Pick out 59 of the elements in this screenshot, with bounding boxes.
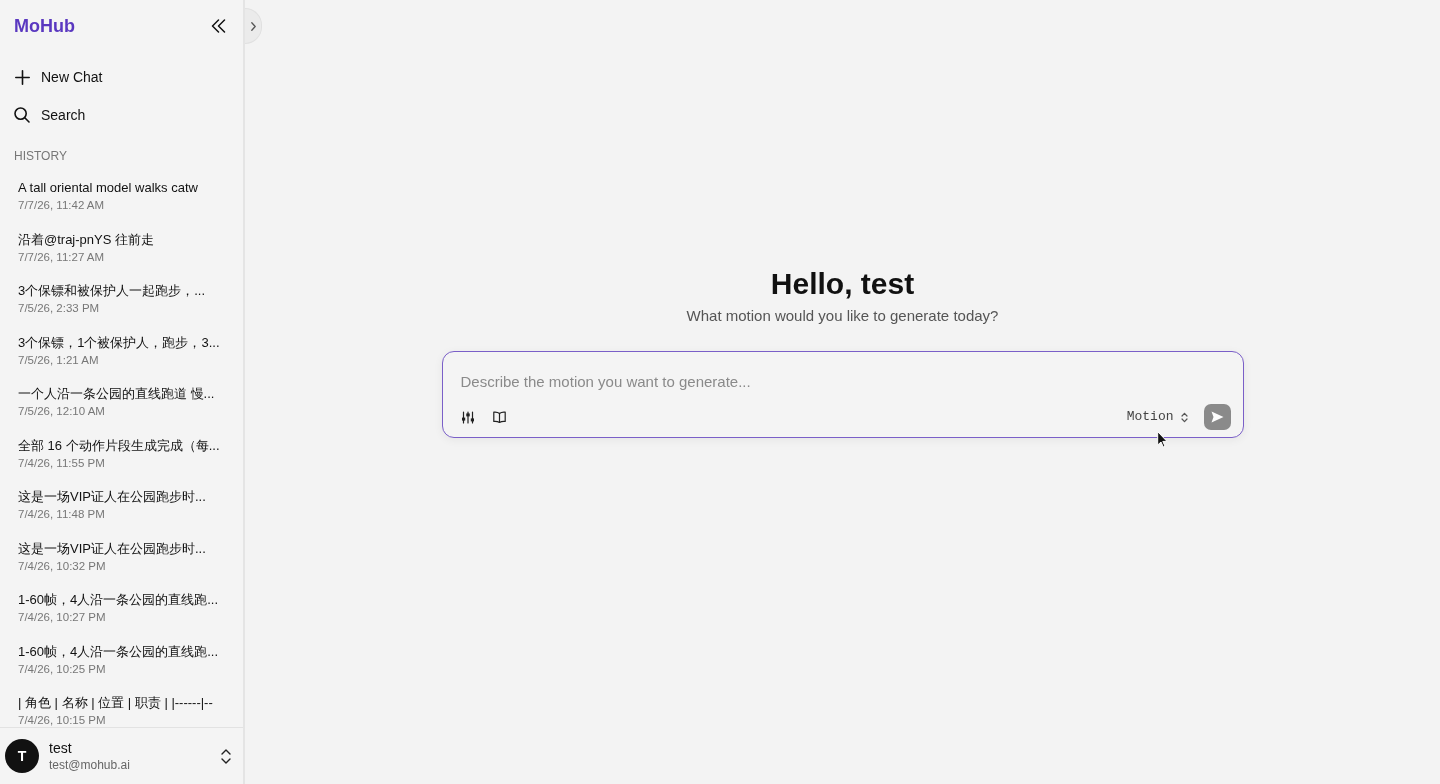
- chevron-right-icon: [250, 21, 256, 31]
- history-title: A tall oriental model walks catw: [18, 179, 198, 197]
- mouse-cursor-icon: [1157, 431, 1168, 448]
- user-panel[interactable]: T test test@mohub.ai: [0, 727, 243, 784]
- history-title: 这是一场VIP证人在公园跑步时...: [18, 539, 206, 558]
- greeting-heading: Hello, test: [770, 266, 915, 302]
- mode-selector[interactable]: Motion: [1126, 407, 1188, 427]
- sliders-icon: [462, 410, 474, 424]
- search-icon: [14, 107, 30, 123]
- history-time: 7/5/26, 12:10 AM: [18, 404, 105, 419]
- chevron-up-down-icon[interactable]: [221, 748, 231, 764]
- history-title: 一个人沿一条公园的直线跑道 慢...: [18, 385, 215, 403]
- history-time: 7/5/26, 2:33 PM: [18, 301, 100, 316]
- send-icon: [1210, 411, 1224, 423]
- history-heading: HISTORY: [14, 148, 67, 164]
- user-email: test@mohub.ai: [49, 757, 130, 773]
- history-item[interactable]: 一个人沿一条公园的直线跑道 慢... 7/5/26, 12:10 AM: [8, 377, 235, 429]
- library-button[interactable]: [492, 410, 506, 424]
- book-icon: [492, 411, 506, 423]
- search-button[interactable]: Search: [0, 96, 96, 134]
- history-item[interactable]: 1-60帧，4人沿一条公园的直线跑... 7/4/26, 10:25 PM: [8, 634, 235, 686]
- chevron-up-down-icon: [1180, 411, 1188, 423]
- history-title: 3个保镖，1个被保护人，跑步，3...: [18, 333, 220, 352]
- double-chevron-left-icon: [210, 19, 226, 33]
- prompt-input-field[interactable]: Describe the motion you want to generate... Motion: [441, 351, 1244, 438]
- history-item[interactable]: A tall oriental model walks catw 7/7/26, 11:42 AM: [8, 171, 235, 223]
- user-avatar: T: [5, 739, 39, 773]
- history-item[interactable]: 全部 16 个动作片段生成完成（每... 7/4/26, 11:55 PM: [8, 428, 235, 480]
- history-time: 7/7/26, 11:27 AM: [18, 249, 105, 265]
- user-name: test: [49, 739, 72, 757]
- expand-panel-tab[interactable]: [245, 8, 262, 44]
- history-title: 3个保镖和被保护人一起跑步，...: [18, 282, 206, 300]
- history-item[interactable]: 这是一场VIP证人在公园跑步时... 7/4/26, 11:48 PM: [8, 480, 235, 532]
- logo[interactable]: MoHub: [14, 14, 75, 38]
- history-time: 7/5/26, 1:21 AM: [18, 352, 99, 368]
- plus-icon: [14, 69, 30, 85]
- history-time: 7/4/26, 11:55 PM: [18, 455, 105, 471]
- history-title: 1-60帧，4人沿一条公园的直线跑...: [18, 642, 219, 661]
- history-item[interactable]: 3个保镖，1个被保护人，跑步，3... 7/5/26, 1:21 AM: [8, 325, 235, 377]
- collapse-sidebar-button[interactable]: [209, 17, 227, 35]
- history-time: 7/7/26, 11:42 AM: [18, 198, 105, 213]
- greeting-subtitle: What motion would you like to generate today?: [686, 306, 999, 326]
- history-title: 这是一场VIP证人在公园跑步时...: [18, 488, 206, 506]
- history-time: 7/4/26, 11:48 PM: [18, 507, 105, 522]
- history-time: 7/4/26, 10:25 PM: [18, 661, 106, 677]
- history-item[interactable]: 沿着@traj-pnYS 往前走 7/7/26, 11:27 AM: [8, 222, 235, 274]
- history-title: | 角色 | 名称 | 位置 | 职责 | |------|--: [18, 694, 213, 712]
- history-item[interactable]: 这是一场VIP证人在公园跑步时... 7/4/26, 10:32 PM: [8, 531, 235, 583]
- history-title: 全部 16 个动作片段生成完成（每...: [18, 436, 220, 455]
- new-chat-button[interactable]: New Chat: [0, 58, 113, 96]
- history-item[interactable]: 1-60帧，4人沿一条公园的直线跑... 7/4/26, 10:27 PM: [8, 583, 235, 635]
- history-item[interactable]: | 角色 | 名称 | 位置 | 职责 | |------|-- 7/4/26, 10:15 PM: [8, 686, 235, 727]
- history-title: 沿着@traj-pnYS 往前走: [18, 230, 154, 249]
- settings-button[interactable]: [461, 410, 475, 424]
- history-time: 7/4/26, 10:32 PM: [18, 558, 106, 574]
- history-time: 7/4/26, 10:27 PM: [18, 610, 106, 625]
- history-item[interactable]: 3个保镖和被保护人一起跑步，... 7/5/26, 2:33 PM: [8, 274, 235, 326]
- history-time: 7/4/26, 10:15 PM: [18, 713, 106, 727]
- history-title: 1-60帧，4人沿一条公园的直线跑...: [18, 591, 219, 609]
